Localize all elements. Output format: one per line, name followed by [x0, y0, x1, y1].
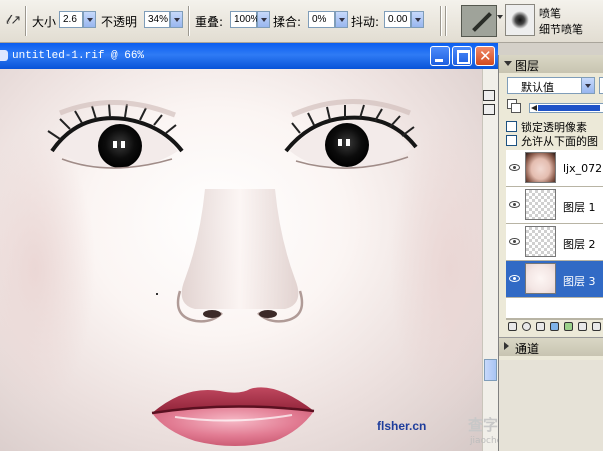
layer-row[interactable]: ljx_072. — [506, 150, 603, 187]
layers-panel-header[interactable]: 图层 — [499, 55, 603, 73]
layer-thumbnail — [525, 226, 556, 257]
opacity-dropdown-button[interactable] — [170, 11, 183, 28]
document-title: untitled-1.rif @ 66% — [12, 50, 145, 62]
blend-mode-dropdown-button[interactable] — [581, 77, 595, 94]
minimize-button[interactable] — [430, 46, 450, 66]
trash-icon[interactable] — [578, 322, 587, 331]
artist-watermark: flsher.cn — [377, 419, 427, 433]
size-dropdown-button[interactable] — [83, 11, 96, 28]
layer-commands-icon[interactable] — [536, 322, 545, 331]
layer-thumbnail — [525, 263, 556, 294]
brush-category[interactable]: 喷笔 — [539, 5, 561, 21]
overlap-field[interactable]: 100% — [230, 11, 260, 28]
tool-strip-icon[interactable] — [483, 104, 495, 115]
document-window: untitled-1.rif @ 66% ✕ — [0, 43, 498, 451]
toolbar-divider — [440, 6, 441, 36]
layer-name: 图层 1 — [563, 201, 596, 214]
dynamic-plugin-icon[interactable] — [522, 322, 531, 331]
opacity-label: 不透明 — [101, 15, 138, 29]
close-icon: ✕ — [479, 47, 492, 65]
layer-list-empty-area[interactable] — [506, 298, 603, 319]
preserve-transparency-checkbox[interactable] — [506, 121, 517, 132]
expand-triangle-icon[interactable] — [504, 342, 509, 350]
overlap-label: 重叠: — [195, 15, 224, 29]
toolbar-divider — [188, 6, 189, 36]
opacity-icon-back — [511, 103, 521, 113]
brush-selector-button[interactable] — [461, 5, 497, 37]
more-icon[interactable] — [592, 322, 601, 331]
new-layer-icon[interactable] — [550, 322, 559, 331]
layer-thumbnail — [525, 152, 556, 183]
tool-strip-icon[interactable] — [483, 90, 495, 101]
layers-panel: 图层 默认值 锁定透明像素 允许从下面的图 ljx_072. 图层 1 图层 2… — [498, 55, 603, 360]
collapse-triangle-icon[interactable] — [504, 61, 512, 66]
document-icon — [0, 50, 8, 61]
close-button[interactable]: ✕ — [475, 46, 495, 66]
channels-panel-title: 通道 — [515, 342, 540, 356]
mix-dropdown-button[interactable] — [335, 11, 348, 28]
mix-field[interactable]: 0% — [308, 11, 335, 28]
layer-thumbnail — [525, 189, 556, 220]
right-eye — [284, 99, 418, 169]
layer-adjuster-icon[interactable] — [508, 322, 517, 331]
layer-row[interactable]: 图层 2 — [506, 224, 603, 261]
eye-icon[interactable] — [509, 275, 520, 282]
right-cheek-shadow — [390, 119, 482, 419]
brush-dab-preview — [505, 4, 535, 36]
panel-dock-empty — [498, 360, 603, 451]
toolbar-divider — [25, 6, 26, 36]
document-titlebar[interactable]: untitled-1.rif @ 66% ✕ — [0, 43, 498, 69]
lips — [151, 387, 315, 446]
size-field[interactable]: 2.6 — [59, 11, 83, 28]
eye-icon[interactable] — [509, 164, 520, 171]
layer-name: 图层 3 — [563, 275, 596, 288]
scrollbar-thumb[interactable] — [484, 359, 497, 381]
eye-icon[interactable] — [509, 201, 520, 208]
size-label: 大小 — [32, 15, 57, 29]
left-cheek-shadow — [0, 129, 95, 409]
layer-row[interactable]: 图层 1 — [506, 187, 603, 224]
channels-panel-header[interactable]: 通道 — [499, 337, 603, 356]
mix-label: 揉合: — [273, 15, 302, 29]
layers-panel-title: 图层 — [515, 59, 540, 73]
layer-opacity-slider[interactable] — [529, 103, 603, 113]
property-bar: 𝓁↗ 大小 2.6 不透明 34% 重叠: 100% 揉合: 0% 抖动: 0.… — [0, 0, 603, 43]
overlap-dropdown-button[interactable] — [257, 11, 270, 28]
chevron-down-icon[interactable] — [497, 15, 503, 19]
layer-mask-icon[interactable] — [564, 322, 573, 331]
painting-canvas[interactable] — [0, 69, 482, 451]
jitter-dropdown-button[interactable] — [411, 11, 424, 28]
slider-knob[interactable] — [531, 105, 537, 111]
jitter-label: 抖动: — [351, 15, 380, 29]
nose — [176, 189, 304, 323]
maximize-button[interactable] — [452, 46, 472, 66]
brush-tool-icon[interactable]: 𝓁↗ — [6, 13, 21, 28]
pick-up-underlying-label: 允许从下面的图 — [521, 135, 598, 148]
opacity-field[interactable]: 34% — [144, 11, 170, 28]
eye-icon[interactable] — [509, 238, 520, 245]
layer-name: ljx_072. — [563, 162, 603, 175]
slider-fill — [538, 105, 600, 111]
vertical-scrollbar[interactable] — [482, 69, 498, 451]
jitter-field[interactable]: 0.00 — [384, 11, 411, 28]
brush-variant[interactable]: 细节喷笔 — [539, 21, 583, 37]
composite-method-select[interactable] — [599, 77, 603, 94]
layer-commands-bar — [506, 319, 603, 334]
toolbar-divider — [445, 6, 446, 36]
brush-cursor — [156, 293, 158, 295]
pick-up-underlying-checkbox[interactable] — [506, 135, 517, 146]
face-painting — [0, 99, 482, 446]
layer-row-selected[interactable]: 图层 3 — [506, 261, 603, 298]
layer-name: 图层 2 — [563, 238, 596, 251]
